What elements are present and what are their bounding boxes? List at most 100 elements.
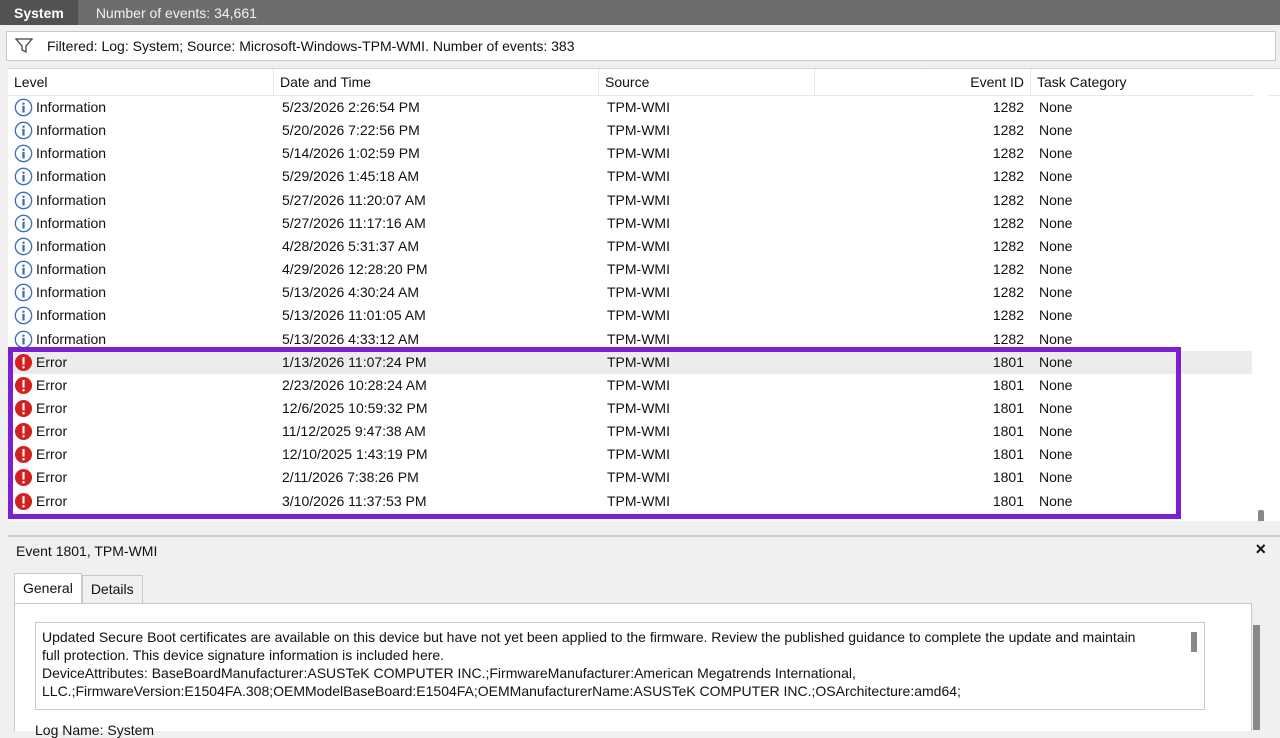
task-category-cell: None xyxy=(1039,168,1073,185)
table-row[interactable]: Error 3/10/2026 11:37:53 PM TPM-WMI 1801 Non… xyxy=(8,490,1252,513)
message-scrollbar-thumb[interactable] xyxy=(1191,632,1197,652)
task-category-cell: None xyxy=(1039,446,1073,463)
source-cell: TPM-WMI xyxy=(607,261,670,278)
information-icon xyxy=(14,306,33,325)
event-id-cell: 1801 xyxy=(992,469,1024,486)
detail-scrollbar-thumb[interactable] xyxy=(1253,625,1260,730)
sort-ascending-icon: ⌃ xyxy=(920,68,929,77)
level-cell: Information xyxy=(14,258,106,281)
level-cell: Information xyxy=(14,328,106,351)
task-category-cell: None xyxy=(1039,376,1073,393)
level-cell: Information xyxy=(14,142,106,165)
source-cell: TPM-WMI xyxy=(607,99,670,115)
task-category-cell: None xyxy=(1039,237,1073,254)
filter-description: Filtered: Log: System; Source: Microsoft… xyxy=(47,38,575,54)
column-header-level[interactable]: Level xyxy=(8,69,274,95)
grid-scrollbar-thumb[interactable] xyxy=(1258,510,1264,521)
event-id-cell: 1282 xyxy=(992,261,1024,278)
table-row[interactable]: Error 2/23/2026 10:28:24 AM TPM-WMI 1801 Non… xyxy=(8,374,1252,397)
table-row[interactable]: Error 2/11/2026 7:38:26 PM TPM-WMI 1801 None xyxy=(8,466,1252,489)
level-text: Information xyxy=(36,330,107,347)
task-category-cell: None xyxy=(1039,307,1073,324)
source-cell: TPM-WMI xyxy=(607,399,670,416)
information-icon xyxy=(14,191,33,210)
task-category-cell: None xyxy=(1039,423,1073,440)
table-row[interactable]: Information 5/27/2026 11:17:16 AM TPM-WMI 1… xyxy=(8,212,1252,235)
table-row[interactable]: Information 4/28/2026 5:31:37 AM TPM-WMI 12… xyxy=(8,235,1252,258)
table-row[interactable]: Error 11/12/2025 9:47:38 AM TPM-WMI 1801 Non… xyxy=(8,420,1252,443)
level-cell: Error xyxy=(14,443,67,466)
column-header-date[interactable]: Date and Time xyxy=(274,69,599,95)
table-row[interactable]: Error 12/6/2025 10:59:32 PM TPM-WMI 1801 Non… xyxy=(8,397,1252,420)
task-category-cell: None xyxy=(1039,353,1073,370)
date-cell: 11/12/2025 9:47:38 AM xyxy=(282,423,426,440)
source-cell: TPM-WMI xyxy=(607,191,670,208)
general-tab-panel: Updated Secure Boot certificates are ava… xyxy=(14,603,1252,738)
source-cell: TPM-WMI xyxy=(607,284,670,301)
level-cell: Information xyxy=(14,304,106,327)
task-category-cell: None xyxy=(1039,469,1073,486)
source-cell: TPM-WMI xyxy=(607,214,670,231)
message-line: full protection. This device signature i… xyxy=(42,647,445,663)
event-message-box[interactable]: Updated Secure Boot certificates are ava… xyxy=(35,622,1205,710)
table-row[interactable]: Information 5/23/2026 2:26:54 PM TPM-WMI 12… xyxy=(8,96,1252,119)
date-cell: 5/27/2026 11:17:16 AM xyxy=(282,214,426,231)
task-category-cell: None xyxy=(1039,191,1073,208)
date-cell: 5/14/2026 1:02:59 PM xyxy=(282,145,420,162)
tab-general[interactable]: General xyxy=(14,573,82,604)
table-row[interactable]: Information 5/20/2026 7:22:56 PM TPM-WMI 12… xyxy=(8,119,1252,142)
event-id-cell: 1282 xyxy=(992,99,1024,115)
event-id-cell: 1801 xyxy=(992,353,1024,370)
level-text: Information xyxy=(36,168,107,185)
information-icon xyxy=(14,144,33,163)
level-text: Error xyxy=(36,399,68,416)
event-id-cell: 1801 xyxy=(992,376,1024,393)
task-category-cell: None xyxy=(1039,284,1073,301)
tab-details[interactable]: Details xyxy=(81,575,143,603)
message-line: DeviceAttributes: BaseBoardManufacturer:… xyxy=(42,665,856,681)
level-cell: Information xyxy=(14,119,106,142)
event-id-cell: 1282 xyxy=(992,284,1024,301)
source-cell: TPM-WMI xyxy=(607,168,670,185)
event-id-cell: 1282 xyxy=(992,237,1024,254)
level-cell: Information xyxy=(14,281,106,304)
task-category-cell: None xyxy=(1039,214,1073,231)
table-row[interactable]: Error 1/13/2026 11:07:24 PM TPM-WMI 1801 Non… xyxy=(8,350,1252,374)
event-id-cell: 1282 xyxy=(992,214,1024,231)
date-cell: 5/13/2026 11:01:05 AM xyxy=(282,307,426,324)
table-row[interactable]: Information 5/13/2026 11:01:05 AM TPM-WMI 1… xyxy=(8,304,1252,327)
table-row[interactable]: Information 5/13/2026 4:33:12 AM TPM-WMI 12… xyxy=(8,328,1252,351)
table-row[interactable]: Information 5/27/2026 11:20:07 AM TPM-WMI 1… xyxy=(8,189,1252,212)
table-row[interactable]: Error 12/10/2025 1:43:19 PM TPM-WMI 1801 Non… xyxy=(8,443,1252,466)
column-header-task-category[interactable]: Task Category xyxy=(1031,69,1252,95)
date-cell: 1/13/2026 11:07:24 PM xyxy=(282,353,427,370)
level-text: Error xyxy=(36,376,68,393)
level-cell: Information xyxy=(14,189,106,212)
events-grid: Level Date and Time Source Event ID Task… xyxy=(8,68,1280,521)
level-text: Error xyxy=(36,353,68,370)
date-cell: 5/20/2026 7:22:56 PM xyxy=(282,122,420,139)
level-text: Information xyxy=(36,99,107,115)
event-id-cell: 1282 xyxy=(992,122,1024,139)
date-cell: 5/13/2026 4:33:12 AM xyxy=(282,330,419,347)
date-cell: 4/29/2026 12:28:20 PM xyxy=(282,261,428,278)
close-icon[interactable]: × xyxy=(1255,539,1266,560)
error-icon xyxy=(14,422,33,441)
error-icon xyxy=(14,399,33,418)
table-row[interactable]: Information 4/29/2026 12:28:20 PM TPM-WMI 1… xyxy=(8,258,1252,281)
event-id-cell: 1801 xyxy=(992,446,1024,463)
grid-scrollbar[interactable] xyxy=(1254,95,1268,521)
table-row[interactable]: Information 5/13/2026 4:30:24 AM TPM-WMI 12… xyxy=(8,281,1252,304)
level-text: Information xyxy=(36,191,107,208)
detail-tabs: General Details xyxy=(14,573,143,604)
level-cell: Information xyxy=(14,235,106,258)
task-category-cell: None xyxy=(1039,399,1073,416)
column-header-source[interactable]: Source xyxy=(599,69,815,95)
level-text: Information xyxy=(36,261,107,278)
level-text: Error xyxy=(36,492,68,509)
table-row[interactable]: Information 5/29/2026 1:45:18 AM TPM-WMI 12… xyxy=(8,165,1252,188)
source-cell: TPM-WMI xyxy=(607,376,670,393)
event-id-cell: 1282 xyxy=(992,191,1024,208)
log-name: System xyxy=(0,0,78,25)
table-row[interactable]: Information 5/14/2026 1:02:59 PM TPM-WMI 12… xyxy=(8,142,1252,165)
